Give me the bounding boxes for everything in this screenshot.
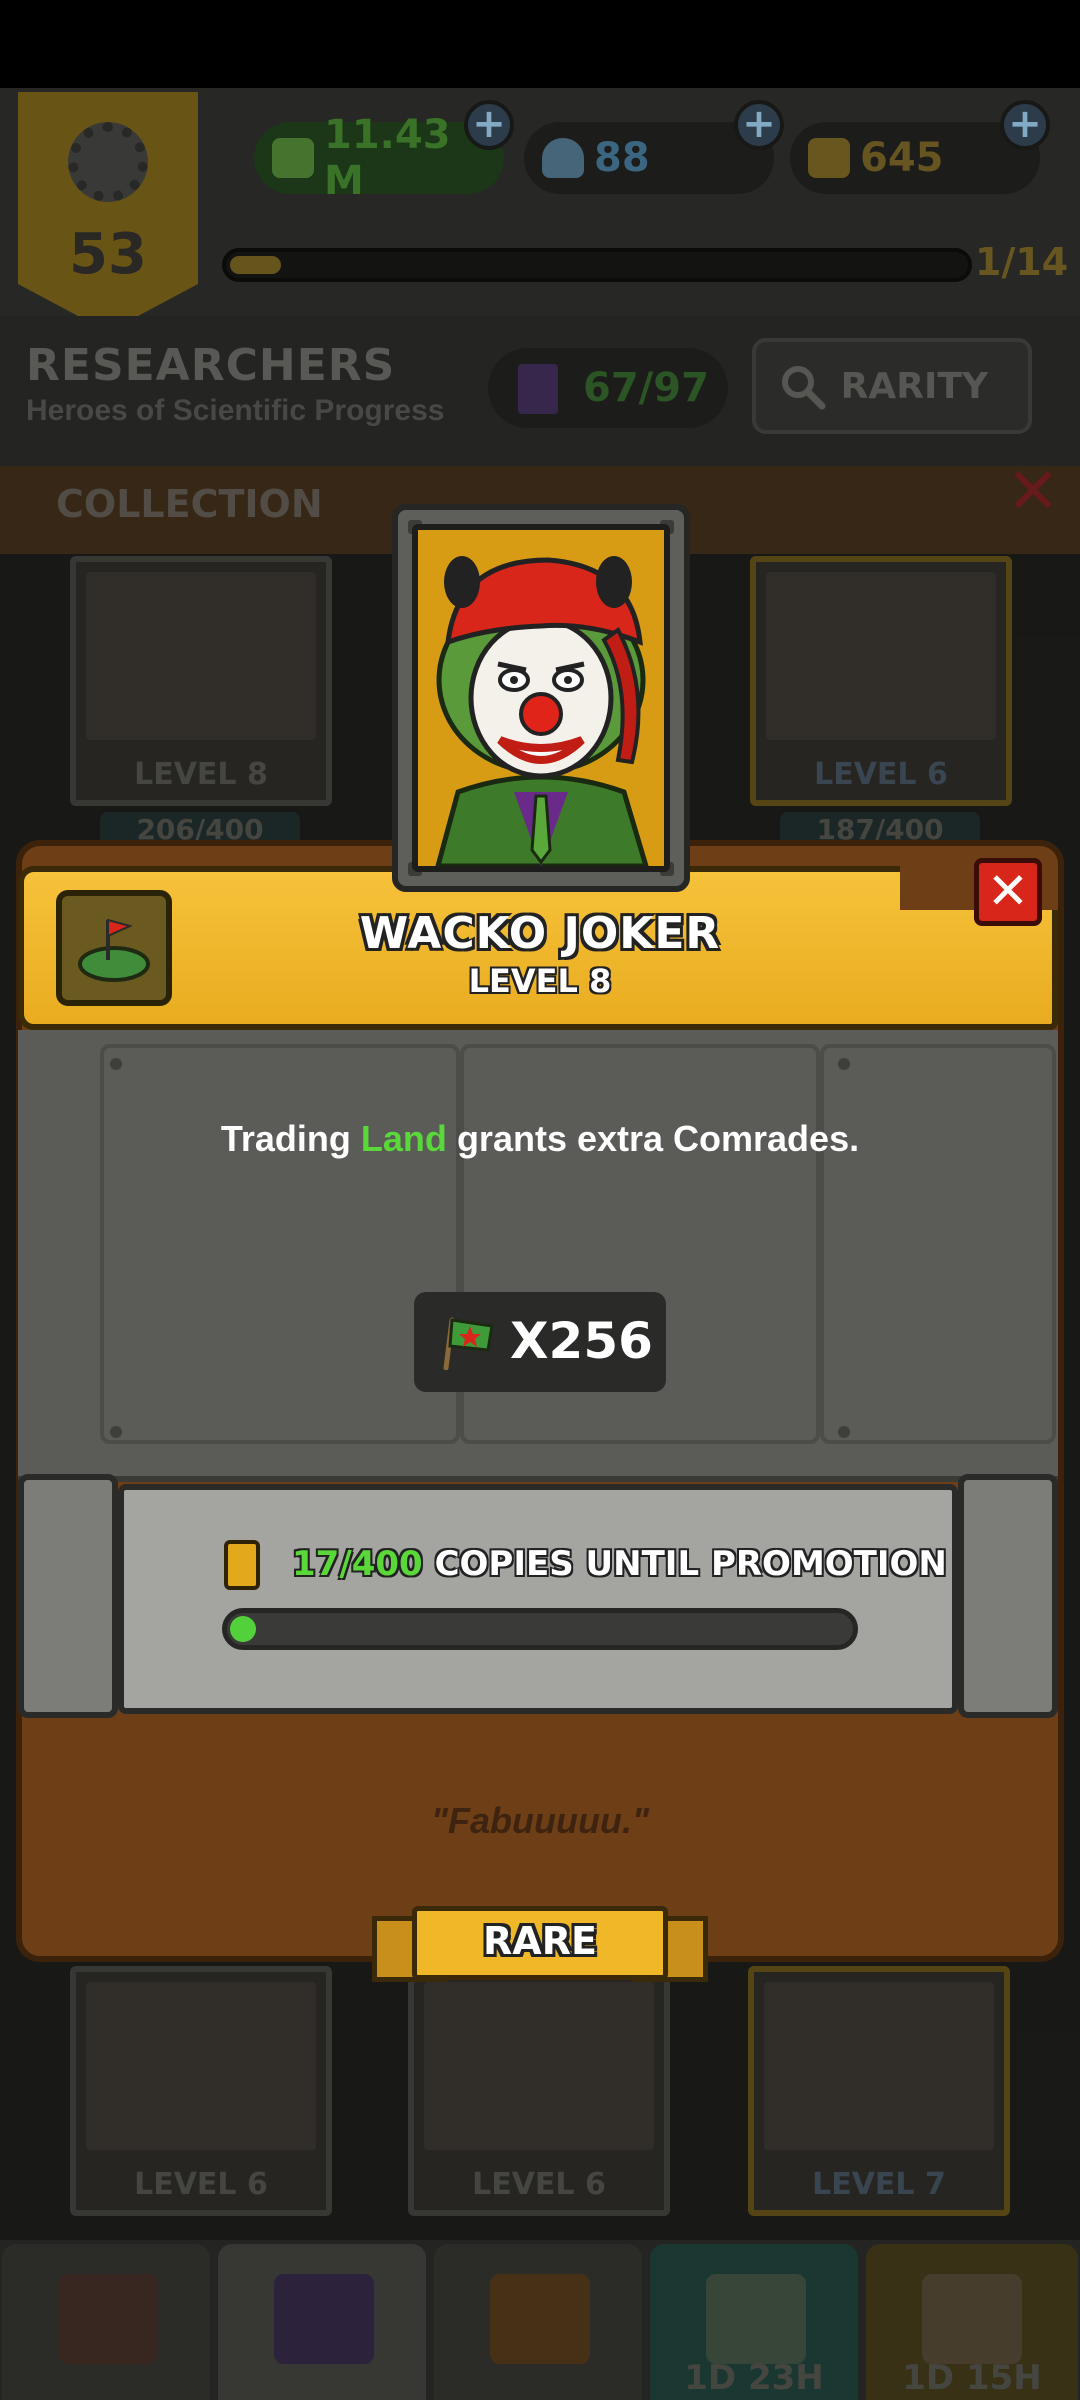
joker-character-illustration xyxy=(418,530,664,866)
promotion-panel xyxy=(18,1474,1058,1718)
ability-description: Trading Land grants extra Comrades. xyxy=(60,1118,1020,1160)
bracket-right xyxy=(958,1474,1058,1718)
copies-until-promotion: 17/400 COPIES UNTIL PROMOTION xyxy=(292,1544,947,1584)
close-button[interactable]: ✕ xyxy=(974,858,1042,926)
card-copy-icon xyxy=(224,1540,260,1590)
description-text: Trading xyxy=(220,1118,351,1159)
land-flag-icon xyxy=(56,890,172,1006)
ribbon-body: RARE xyxy=(412,1906,668,1980)
description-text: grants extra Comrades. xyxy=(456,1118,860,1159)
rivet xyxy=(110,1426,122,1438)
card-level-label: LEVEL 8 xyxy=(468,962,612,1000)
description-highlight: Land xyxy=(360,1118,447,1159)
rarity-label: RARE xyxy=(483,1919,597,1963)
metal-plate xyxy=(100,1044,460,1444)
promotion-progress-fill xyxy=(230,1616,256,1642)
reward-amount: X256 xyxy=(510,1312,653,1370)
reward-multiplier: X256 xyxy=(414,1292,666,1392)
card-quote: "Fabuuuuu." xyxy=(430,1800,650,1841)
promotion-progress-bar xyxy=(222,1608,858,1650)
rivet xyxy=(110,1058,122,1070)
bracket-left xyxy=(18,1474,118,1718)
joker-portrait xyxy=(412,524,670,872)
metal-plate xyxy=(820,1044,1056,1444)
card-name: WACKO JOKER xyxy=(359,908,721,959)
rivet xyxy=(838,1058,850,1070)
comrade-flag-icon xyxy=(443,1317,494,1370)
character-portrait-card xyxy=(392,504,690,892)
copies-label: COPIES UNTIL PROMOTION xyxy=(434,1544,947,1584)
copies-count: 17/400 xyxy=(292,1544,423,1584)
rivet xyxy=(838,1426,850,1438)
rarity-ribbon: RARE xyxy=(372,1906,708,1992)
promotion-inner xyxy=(118,1484,958,1714)
ability-panel xyxy=(18,1030,1058,1482)
